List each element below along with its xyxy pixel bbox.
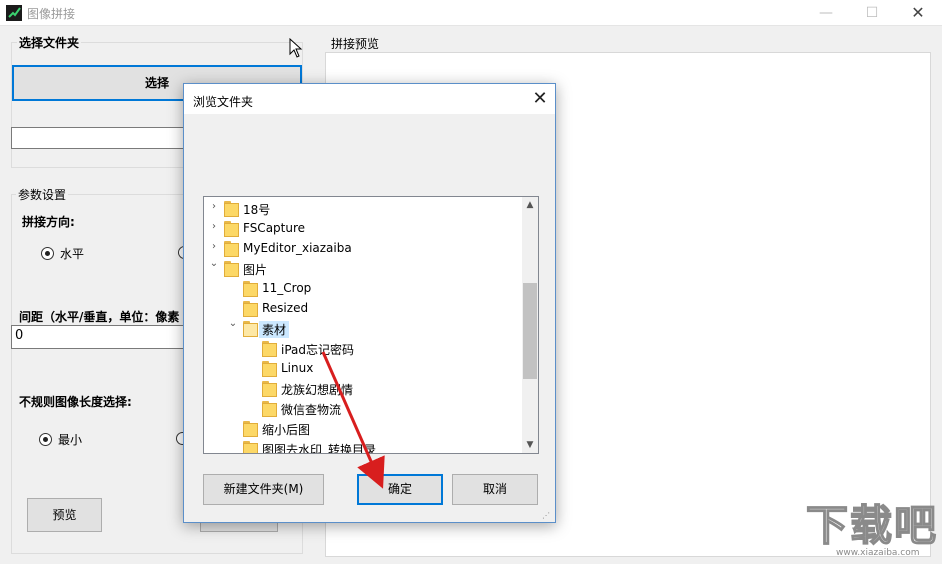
direction-horizontal-label: 水平 [60, 247, 85, 261]
scroll-thumb[interactable] [523, 283, 537, 379]
tree-item[interactable]: › FSCapture [204, 218, 522, 238]
tree-item-label: 微信查物流 [281, 403, 342, 417]
dialog-close-button[interactable]: ✕ [529, 88, 551, 109]
folder-icon [243, 321, 258, 337]
tree-item[interactable]: 缩小后图 [204, 418, 522, 438]
chevron-right-icon[interactable]: › [209, 201, 219, 212]
watermark-url: www.xiazaiba.com [836, 548, 920, 558]
dialog-title: 浏览文件夹 [193, 95, 254, 109]
tree-item-label: 图片 [243, 263, 268, 277]
tree-item-label: 11_Crop [262, 281, 312, 295]
folder-tree[interactable]: 图图去水印_转换目录 缩小后图 微信查物流 龙族幻想剧情 Linux iPad忘记密码 ⌄ 素… [203, 196, 539, 454]
tree-item-label: FSCapture [243, 221, 306, 235]
tree-item[interactable]: › MyEditor_xiazaiba [204, 238, 522, 258]
tree-item[interactable]: 图图去水印_转换目录 [204, 438, 522, 454]
folder-icon [262, 381, 277, 397]
tree-item-label: 图图去水印_转换目录 [262, 443, 377, 454]
maximize-button[interactable]: ☐ [849, 0, 895, 26]
preview-label: 拼接预览 [331, 37, 380, 51]
folder-icon [262, 401, 277, 417]
new-folder-button[interactable]: 新建文件夹(M) [203, 474, 324, 505]
tree-item-label: 18号 [243, 203, 271, 217]
folder-icon [243, 441, 258, 453]
folder-icon [243, 281, 258, 297]
dialog-title-bar: 浏览文件夹 ✕ [184, 84, 555, 114]
chevron-right-icon[interactable]: › [209, 221, 219, 232]
folder-icon [224, 201, 239, 217]
tree-item-label: 缩小后图 [262, 423, 311, 437]
app-icon [6, 5, 22, 21]
tree-item[interactable]: Resized [204, 298, 522, 318]
preview-button[interactable]: 预览 [27, 498, 102, 532]
mouse-cursor-icon [289, 37, 303, 61]
folder-icon [224, 221, 239, 237]
folder-icon [243, 301, 258, 317]
tree-item-label: 龙族幻想剧情 [281, 383, 354, 397]
watermark-text: 下载吧 [805, 501, 939, 551]
folder-icon [243, 421, 258, 437]
tree-item-label: iPad忘记密码 [281, 343, 355, 357]
tree-item[interactable]: iPad忘记密码 [204, 338, 522, 358]
irregular-length-label: 不规则图像长度选择: [17, 393, 134, 410]
window-title: 图像拼接 [27, 7, 76, 21]
folder-icon [224, 261, 239, 277]
tree-scrollbar[interactable]: ▲ ▼ [522, 197, 538, 453]
folder-icon [262, 361, 277, 377]
minimize-button[interactable]: — [803, 0, 849, 26]
params-group-label: 参数设置 [16, 186, 69, 203]
irregular-min-radio[interactable]: 最小 [39, 431, 82, 448]
irregular-min-label: 最小 [58, 433, 83, 447]
direction-horizontal-radio[interactable]: 水平 [41, 245, 84, 262]
scroll-down-icon[interactable]: ▼ [522, 437, 538, 453]
tree-item[interactable]: 11_Crop [204, 278, 522, 298]
radio-checked-indicator [39, 433, 52, 446]
chevron-down-icon[interactable]: ⌄ [209, 258, 219, 269]
radio-checked-indicator [41, 247, 54, 260]
close-button[interactable]: ✕ [895, 0, 941, 26]
tree-item[interactable]: ⌄ 图片 [204, 258, 522, 278]
spacing-label: 间距（水平/垂直，单位：像素 [17, 308, 187, 325]
browse-folder-dialog: 浏览文件夹 ✕ 图图去水印_转换目录 缩小后图 微信查物流 龙族幻想剧情 Linux iP… [183, 83, 556, 523]
cancel-button[interactable]: 取消 [452, 474, 538, 505]
tree-item[interactable]: 龙族幻想剧情 [204, 378, 522, 398]
folder-group-label: 选择文件夹 [17, 34, 82, 51]
folder-icon [262, 341, 277, 357]
ok-button[interactable]: 确定 [357, 474, 443, 505]
chevron-down-icon[interactable]: ⌄ [228, 318, 238, 329]
resize-grip-icon[interactable]: ⋰ [542, 511, 550, 520]
watermark-logo: 下载吧 www.xiazaiba.com [805, 501, 939, 560]
tree-item-label: Resized [262, 301, 309, 315]
scroll-up-icon[interactable]: ▲ [522, 197, 538, 213]
tree-item-label: 素材 [259, 321, 290, 338]
tree-item[interactable]: ⌄ 素材 [204, 318, 522, 338]
tree-item-label: MyEditor_xiazaiba [243, 241, 352, 255]
title-bar: 图像拼接 — ☐ ✕ [0, 0, 942, 26]
tree-item[interactable]: 微信查物流 [204, 398, 522, 418]
folder-icon [224, 241, 239, 257]
direction-label: 拼接方向: [20, 213, 77, 230]
tree-item[interactable]: Linux [204, 358, 522, 378]
tree-item-label: Linux [281, 361, 314, 375]
tree-item[interactable]: › 18号 [204, 198, 522, 218]
chevron-right-icon[interactable]: › [209, 241, 219, 252]
